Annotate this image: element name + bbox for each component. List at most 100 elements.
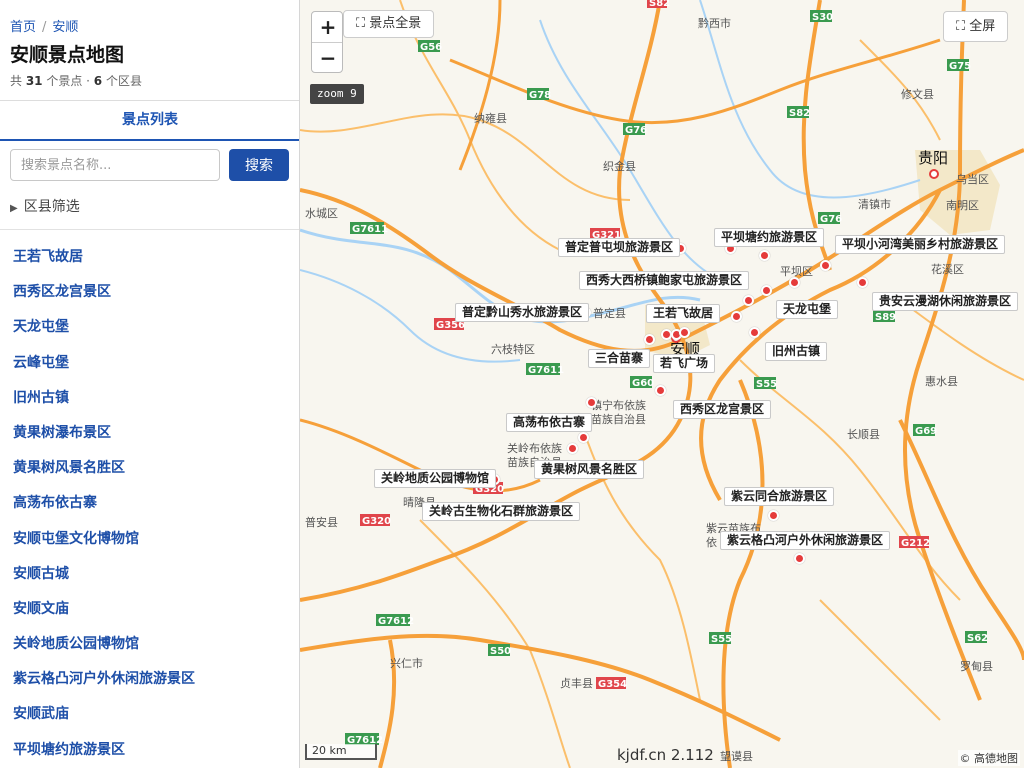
- map-canvas[interactable]: 黔西市 修文县 纳雍县 织金县 贵阳 水城区 清镇市 乌当区 南明区 花溪区 平…: [300, 0, 1024, 768]
- poi-marker[interactable]: [761, 285, 772, 296]
- map-attribution[interactable]: © 高德地图: [957, 750, 1020, 766]
- poi-marker[interactable]: [789, 277, 800, 288]
- shield-text: S55: [756, 379, 777, 390]
- poi-marker[interactable]: [794, 553, 805, 564]
- poi-label[interactable]: 平坝小河湾美丽乡村旅游景区: [835, 235, 1006, 254]
- spot-list-item[interactable]: 安顺古城: [0, 557, 299, 592]
- stats-summary: 共 31 个景点 · 6 个区县: [10, 72, 142, 89]
- poi-marker[interactable]: [759, 250, 770, 261]
- town-label: 望谟县: [720, 750, 753, 763]
- shield-text: G60: [632, 378, 654, 389]
- breadcrumb-home-link[interactable]: 首页: [10, 20, 36, 35]
- poi-label[interactable]: 三合苗寨: [588, 349, 651, 368]
- shield-text: S30: [812, 12, 833, 23]
- poi-marker[interactable]: [578, 432, 589, 443]
- zoom-control: + −: [311, 11, 343, 73]
- spot-list-item[interactable]: 平坝塘约旅游景区: [0, 733, 299, 768]
- poi-label[interactable]: 平坝塘约旅游景区: [714, 228, 825, 247]
- search-button[interactable]: 搜索: [229, 149, 289, 181]
- shield-text: G78: [529, 90, 551, 101]
- poi-marker[interactable]: [857, 277, 868, 288]
- poi-marker[interactable]: [768, 510, 779, 521]
- poi-label[interactable]: 天龙屯堡: [776, 300, 839, 319]
- spot-list-item[interactable]: 紫云格凸河户外休闲旅游景区: [0, 662, 299, 697]
- stats-mid: 个景点 ·: [42, 74, 94, 88]
- town-label: 水城区: [305, 207, 338, 220]
- spot-list-item[interactable]: 高荡布依古寨: [0, 486, 299, 521]
- search-input[interactable]: [10, 149, 220, 181]
- spot-list-item[interactable]: 安顺屯堡文化博物馆: [0, 522, 299, 557]
- spot-list-item[interactable]: 关岭地质公园博物馆: [0, 627, 299, 662]
- spot-count: 31: [25, 74, 43, 88]
- shield-text: G7611: [352, 224, 388, 235]
- poi-label[interactable]: 王若飞故居: [646, 304, 721, 323]
- district-filter-toggle[interactable]: ▶ 区县筛选: [10, 196, 80, 216]
- town-label: 普安县: [305, 515, 338, 529]
- town-label: 兴仁市: [390, 656, 423, 670]
- spot-list-item[interactable]: 王若飞故居: [0, 240, 299, 275]
- poi-label[interactable]: 紫云格凸河户外休闲旅游景区: [720, 531, 891, 550]
- poi-marker[interactable]: [679, 327, 690, 338]
- spot-list-item[interactable]: 安顺文庙: [0, 592, 299, 627]
- page-title: 安顺景点地图: [10, 44, 125, 66]
- map-tiles: 黔西市 修文县 纳雍县 织金县 贵阳 水城区 清镇市 乌当区 南明区 花溪区 平…: [300, 0, 1024, 768]
- spot-list-item[interactable]: 西秀区龙宫景区: [0, 275, 299, 310]
- town-label: 普定县: [593, 306, 626, 320]
- town-label: 长顺县: [847, 428, 880, 441]
- breadcrumb-separator: /: [42, 20, 47, 35]
- spot-list-item[interactable]: 旧州古镇: [0, 381, 299, 416]
- district-count: 6: [93, 74, 103, 88]
- poi-label[interactable]: 高荡布依古寨: [506, 413, 593, 432]
- fullscreen-button[interactable]: ⛶ 全屏: [943, 11, 1009, 42]
- poi-label[interactable]: 贵安云漫湖休闲旅游景区: [872, 292, 1019, 311]
- poi-marker[interactable]: [655, 385, 666, 396]
- search-row: 搜索: [10, 149, 290, 181]
- poi-label[interactable]: 黄果树风景名胜区: [534, 460, 645, 479]
- scale-bar: 20 km: [305, 744, 377, 760]
- poi-label[interactable]: 普定黔山秀水旅游景区: [455, 303, 590, 322]
- poi-marker[interactable]: [743, 295, 754, 306]
- spot-list-item[interactable]: 安顺武庙: [0, 697, 299, 732]
- poi-label[interactable]: 紫云同合旅游景区: [724, 487, 835, 506]
- poi-label[interactable]: 关岭地质公园博物馆: [374, 469, 497, 488]
- spot-list-item[interactable]: 黄果树风景名胜区: [0, 451, 299, 486]
- poi-label[interactable]: 若飞广场: [653, 354, 716, 373]
- town-label: 依: [706, 536, 717, 549]
- poi-label[interactable]: 西秀大西桥镇鲍家屯旅游景区: [579, 271, 750, 290]
- breadcrumb-current-link[interactable]: 安顺: [52, 20, 78, 35]
- shield-text: G75: [949, 61, 971, 72]
- shield-text: G69: [915, 426, 937, 437]
- zoom-out-button[interactable]: −: [312, 43, 342, 72]
- town-label: 镇宁布依族: [591, 398, 646, 412]
- tab-spot-list[interactable]: 景点列表: [0, 101, 299, 139]
- spot-list: 王若飞故居 西秀区龙宫景区 天龙屯堡 云峰屯堡 旧州古镇 黄果树瀑布景区 黄果树…: [0, 240, 299, 768]
- town-label: 修文县: [901, 87, 934, 101]
- spot-list-item[interactable]: 黄果树瀑布景区: [0, 416, 299, 451]
- overview-button[interactable]: ⛶ 景点全景: [343, 10, 435, 38]
- district-filter-label: 区县筛选: [23, 199, 80, 215]
- shield-text: S89: [875, 312, 896, 323]
- zoom-in-button[interactable]: +: [312, 12, 342, 43]
- poi-marker[interactable]: [749, 327, 760, 338]
- town-label: 花溪区: [931, 263, 964, 276]
- poi-label[interactable]: 旧州古镇: [765, 342, 828, 361]
- stats-prefix: 共: [10, 74, 26, 88]
- shield-text: S50: [490, 646, 511, 657]
- app: 首页 / 安顺 安顺景点地图 共 31 个景点 · 6 个区县 景点列表 搜索 ▶ 区…: [0, 0, 1024, 768]
- town-label: 清镇市: [858, 197, 891, 211]
- poi-marker[interactable]: [567, 443, 578, 454]
- poi-marker[interactable]: [644, 334, 655, 345]
- poi-label[interactable]: 普定普屯坝旅游景区: [558, 238, 681, 257]
- poi-label[interactable]: 关岭古生物化石群旅游景区: [422, 502, 581, 521]
- town-label: 黔西市: [698, 16, 731, 30]
- spot-list-item[interactable]: 云峰屯堡: [0, 346, 299, 381]
- shield-text: G56: [420, 42, 442, 53]
- shield-text: S62: [967, 633, 988, 644]
- poi-label[interactable]: 西秀区龙宫景区: [673, 400, 772, 419]
- town-label: 南明区: [946, 199, 979, 212]
- spot-list-item[interactable]: 天龙屯堡: [0, 310, 299, 345]
- poi-marker[interactable]: [731, 311, 742, 322]
- town-label: 纳雍县: [474, 111, 507, 125]
- poi-marker[interactable]: [820, 260, 831, 271]
- poi-marker[interactable]: [586, 397, 597, 408]
